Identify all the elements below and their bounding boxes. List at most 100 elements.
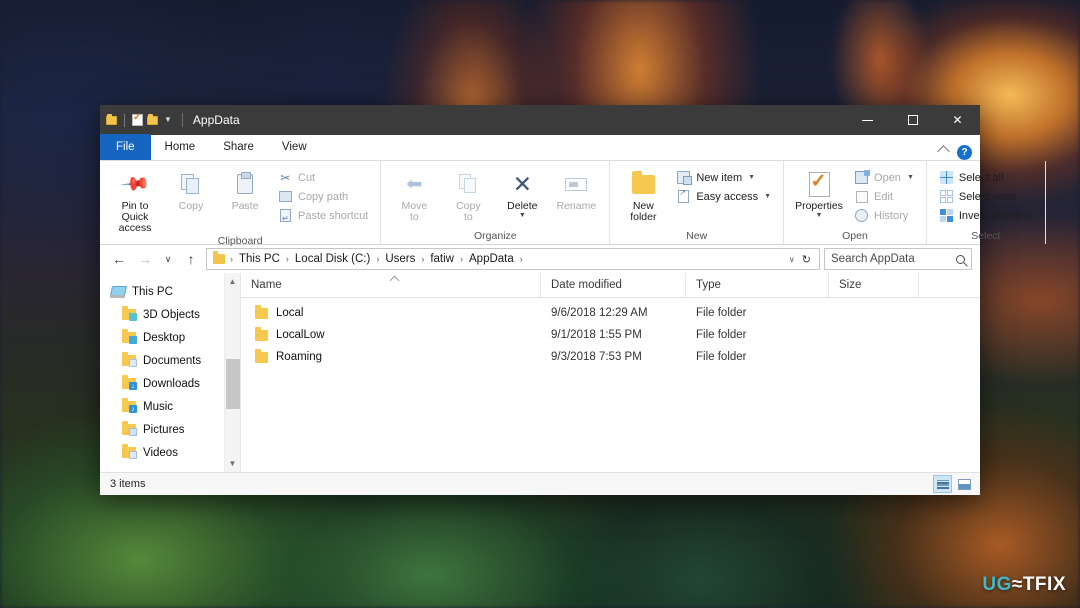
select-all-button[interactable]: Select all xyxy=(934,168,1038,187)
pin-to-quick-access-button[interactable]: 📌 Pin to Quick access xyxy=(107,166,163,234)
invert-selection-button[interactable]: Invert selection xyxy=(934,206,1038,225)
scroll-down-icon[interactable]: ▼ xyxy=(225,455,241,472)
column-header-type[interactable]: Type xyxy=(686,273,829,297)
table-row[interactable]: LocalLow 9/1/2018 1:55 PM File folder xyxy=(241,324,980,346)
button-label-2: to xyxy=(463,211,473,223)
tab-view[interactable]: View xyxy=(268,134,321,160)
sidebar-item-pictures[interactable]: Pictures xyxy=(100,418,240,441)
column-header-name[interactable]: Name xyxy=(241,273,541,297)
table-row[interactable]: Local 9/6/2018 12:29 AM File folder xyxy=(241,302,980,324)
chevron-down-icon[interactable]: ∨ xyxy=(789,255,795,264)
sidebar-item-desktop[interactable]: Desktop xyxy=(100,326,240,349)
open-button[interactable]: Open ▼ xyxy=(849,168,919,187)
breadcrumb-item-users[interactable]: Users xyxy=(381,251,419,267)
button-label: Select all xyxy=(958,171,1004,184)
cut-button[interactable]: ✂ Cut xyxy=(273,168,373,187)
sidebar-item-downloads[interactable]: ↓ Downloads xyxy=(100,372,240,395)
large-icons-view-button[interactable] xyxy=(955,475,974,493)
copy-path-button[interactable]: Copy path xyxy=(273,187,373,206)
select-none-button[interactable]: Select none xyxy=(934,187,1038,206)
breadcrumb-item-appdata[interactable]: AppData xyxy=(465,251,518,267)
button-label: Paste xyxy=(231,200,259,212)
history-icon xyxy=(855,209,869,222)
column-header-size[interactable]: Size xyxy=(829,273,919,297)
sidebar-item-music[interactable]: ♪ Music xyxy=(100,395,240,418)
sidebar-item-videos[interactable]: Videos xyxy=(100,441,240,464)
breadcrumb[interactable]: › This PC › Local Disk (C:) › Users › fa… xyxy=(206,248,820,270)
move-to-button[interactable]: ⬅ Move to xyxy=(388,166,440,223)
copy-to-button[interactable]: Copy to xyxy=(442,166,494,223)
breadcrumb-item-fatiw[interactable]: fatiw xyxy=(426,251,458,267)
column-header-date-modified[interactable]: Date modified xyxy=(541,273,686,297)
folder-icon xyxy=(255,304,268,319)
file-type-cell: File folder xyxy=(696,307,747,319)
new-folder-button[interactable]: New folder xyxy=(617,166,669,223)
scrollbar-track[interactable] xyxy=(225,290,241,455)
sidebar-item-3d-objects[interactable]: 3D Objects xyxy=(100,303,240,326)
maximize-button[interactable] xyxy=(890,105,935,135)
scroll-up-icon[interactable]: ▲ xyxy=(225,273,241,290)
new-item-button[interactable]: New item ▼ xyxy=(671,168,776,187)
properties-button[interactable]: Properties ▼ xyxy=(791,166,847,220)
tab-file[interactable]: File xyxy=(100,134,151,160)
delete-button[interactable]: ✕ Delete ▼ xyxy=(496,166,548,219)
copy-button[interactable]: Copy xyxy=(165,166,217,212)
help-icon[interactable]: ? xyxy=(957,145,972,160)
new-folder-icon[interactable] xyxy=(147,113,158,125)
search-placeholder: Search AppData xyxy=(831,253,915,265)
easy-access-button[interactable]: Easy access ▼ xyxy=(671,187,776,206)
edit-button[interactable]: Edit xyxy=(849,187,919,206)
paste-shortcut-button[interactable]: Paste shortcut xyxy=(273,206,373,225)
button-label-2: to xyxy=(409,211,419,223)
chevron-up-icon[interactable] xyxy=(937,145,950,158)
minimize-button[interactable] xyxy=(845,105,890,135)
properties-icon[interactable] xyxy=(132,112,143,126)
minimize-icon xyxy=(862,119,873,121)
up-button[interactable]: ↑ xyxy=(180,248,202,270)
sidebar-item-documents[interactable]: Documents xyxy=(100,349,240,372)
sidebar-item-label: Videos xyxy=(143,446,178,459)
tab-share[interactable]: Share xyxy=(209,134,268,160)
navigation-pane: This PC 3D Objects Desktop Documents ↓ D… xyxy=(100,273,240,472)
rename-button[interactable]: Rename xyxy=(550,166,602,212)
delete-icon: ✕ xyxy=(512,170,532,197)
breadcrumb-item-local-disk[interactable]: Local Disk (C:) xyxy=(291,251,374,267)
breadcrumb-item-this-pc[interactable]: This PC xyxy=(235,251,284,267)
close-button[interactable]: ✕ xyxy=(935,105,980,135)
copy-path-icon xyxy=(279,191,292,202)
sidebar-item-label: Desktop xyxy=(143,331,186,344)
ribbon-controls: ? xyxy=(937,145,980,160)
history-button[interactable]: History xyxy=(849,206,919,225)
search-icon xyxy=(956,254,965,264)
ugetfix-watermark: UG≈TFIX xyxy=(982,574,1066,596)
back-button[interactable]: ← xyxy=(108,248,130,270)
watermark-prefix: UG xyxy=(982,574,1012,595)
refresh-icon[interactable]: ↻ xyxy=(802,253,811,266)
edit-icon xyxy=(855,190,868,203)
sidebar-scrollbar[interactable]: ▲ ▼ xyxy=(224,273,240,472)
chevron-down-icon: ▼ xyxy=(815,212,823,219)
folder-icon xyxy=(255,348,268,363)
recent-locations-button[interactable]: ∨ xyxy=(160,248,176,270)
table-row[interactable]: Roaming 9/3/2018 7:53 PM File folder xyxy=(241,346,980,368)
view-mode-buttons xyxy=(933,475,974,493)
ribbon-group-new: New folder New item ▼ Easy access ▼ xyxy=(610,161,785,244)
file-name-cell: Local xyxy=(241,304,541,319)
search-input[interactable]: Search AppData xyxy=(824,248,972,270)
chevron-down-icon[interactable]: ▼ xyxy=(164,116,172,124)
sidebar-item-this-pc[interactable]: This PC xyxy=(100,280,240,303)
breadcrumb-separator: › xyxy=(421,254,425,264)
tab-home[interactable]: Home xyxy=(151,134,210,160)
group-label-organize: Organize xyxy=(474,230,517,242)
title-bar: ▼ AppData ✕ xyxy=(100,105,980,135)
forward-button[interactable]: → xyxy=(134,248,156,270)
details-view-button[interactable] xyxy=(933,475,952,493)
paste-button[interactable]: Paste xyxy=(219,166,271,212)
scrollbar-thumb[interactable] xyxy=(225,359,240,409)
move-to-icon: ⬅ xyxy=(406,173,423,195)
easy-access-icon xyxy=(678,188,690,203)
chevron-down-icon: ▼ xyxy=(518,212,526,219)
folder-icon[interactable] xyxy=(106,113,117,125)
watermark-mid: ≈ xyxy=(1011,574,1023,595)
button-label: Paste shortcut xyxy=(298,209,369,222)
